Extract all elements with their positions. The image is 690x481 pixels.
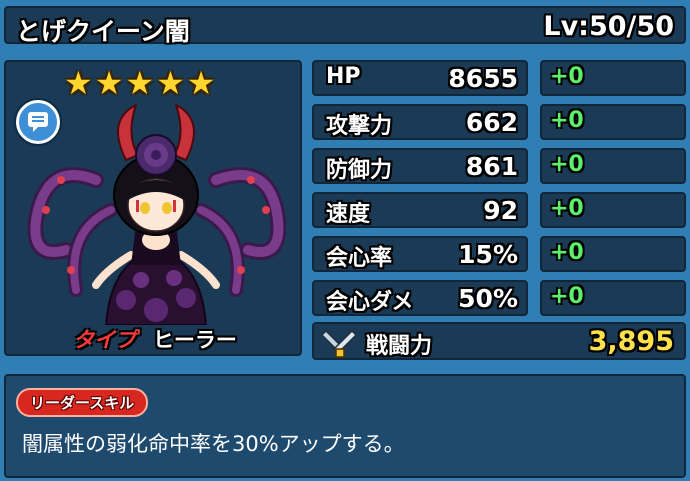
leader-skill-panel: リーダースキル 闇属性の弱化命中率を30%アップする。 [4,374,686,478]
bonus-value: +0 [550,64,584,89]
stat-value: 8655 [448,64,518,93]
bonus-defense: +0 [540,148,686,184]
bonus-speed: +0 [540,192,686,228]
character-portrait [27,103,286,325]
star-icon: ★ [64,64,93,102]
stat-value: 92 [483,196,518,225]
power-label: 戦闘力 [366,334,433,359]
bonus-value: +0 [550,108,584,133]
stat-value: 861 [465,152,518,181]
stat-value: 662 [465,108,518,137]
bonus-value: +0 [550,284,584,309]
stat-label: 攻撃力 [326,114,393,139]
star-icon: ★ [156,64,185,102]
character-name: とげクイーン闇 [16,17,190,46]
stat-row-attack: 攻撃力 662 [312,104,528,140]
star-icon: ★ [94,64,124,102]
character-panel: ★ ★ ★ ★ ★ タイプ ヒーラー [4,60,302,356]
stat-row-defense: 防御力 861 [312,148,528,184]
stat-value: 50% [458,284,518,313]
bonus-crit-rate: +0 [540,236,686,272]
stat-row-speed: 速度 92 [312,192,528,228]
type-value: ヒーラー [152,328,237,352]
star-icon: ★ [186,64,216,102]
battle-power-row: 戦闘力 3,895 [312,322,686,360]
star-icon: ★ [125,64,155,102]
swords-icon [322,329,356,358]
chat-bubble-icon[interactable] [16,100,60,144]
power-value: 3,895 [588,326,674,357]
bonus-crit-damage: +0 [540,280,686,316]
bonus-value: +0 [550,240,584,265]
stat-row-crit-damage: 会心ダメ 50% [312,280,528,316]
stat-label: 防御力 [326,158,393,183]
leader-skill-badge: リーダースキル [16,388,149,417]
title-bar: とげクイーン闇 Lv:50/50 [4,6,686,46]
bonus-value: +0 [550,152,584,177]
character-level: Lv:50/50 [543,11,674,42]
type-label: タイプ [73,328,137,352]
stat-label: 会心率 [326,246,393,271]
bonus-attack: +0 [540,104,686,140]
type-row: タイプ ヒーラー [6,324,304,354]
leader-skill-text: 闇属性の弱化命中率を30%アップする。 [22,432,405,456]
bonus-hp: +0 [540,60,686,96]
stat-row-crit-rate: 会心率 15% [312,236,528,272]
stat-row-hp: HP 8655 [312,60,528,96]
stat-label: HP [326,64,361,89]
bonus-value: +0 [550,196,584,221]
stat-label: 会心ダメ [326,290,414,315]
stat-label: 速度 [326,202,371,227]
star-rating: ★ ★ ★ ★ ★ [64,66,215,100]
stat-value: 15% [458,240,518,269]
